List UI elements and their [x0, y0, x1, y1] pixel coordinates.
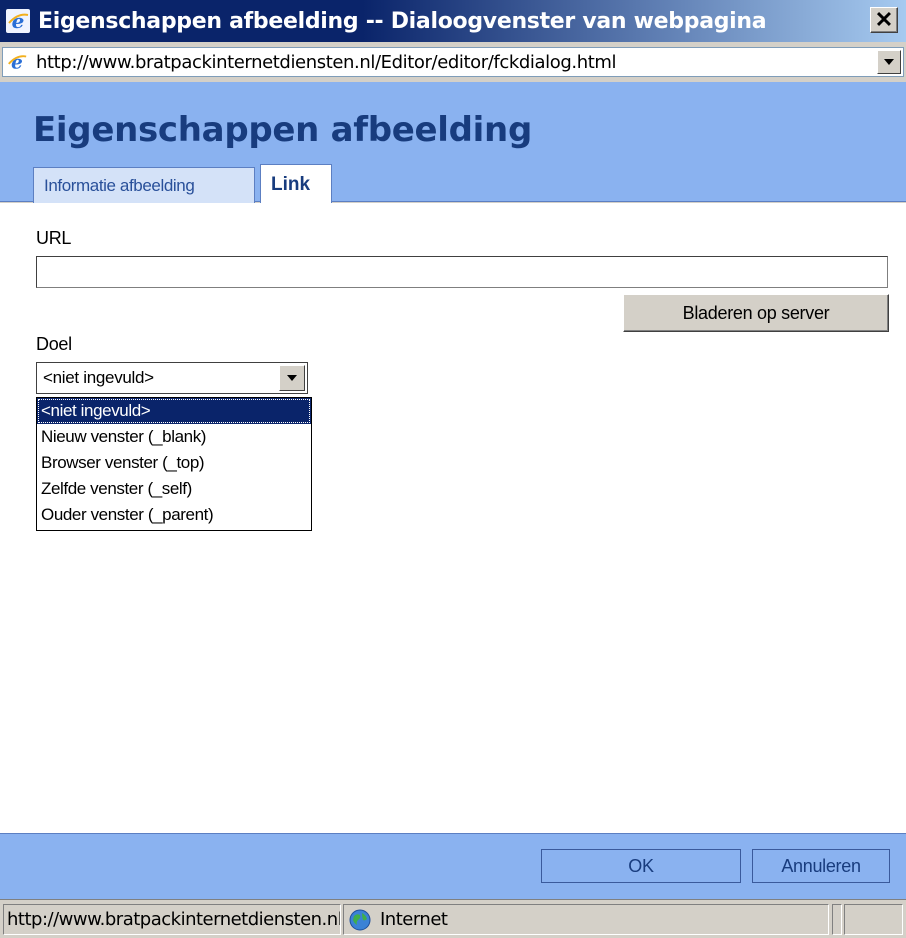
ok-button[interactable]: OK [541, 849, 741, 883]
globe-icon [349, 909, 371, 930]
dropdown-option[interactable]: <niet ingevuld> [37, 398, 311, 424]
window-title: Eigenschappen afbeelding -- Dialoogvenst… [38, 8, 767, 34]
window-titlebar[interactable]: e Eigenschappen afbeelding -- Dialoogven… [0, 0, 906, 42]
url-input[interactable] [36, 256, 888, 288]
svg-text:e: e [12, 9, 25, 33]
address-dropdown-button[interactable] [877, 50, 901, 74]
target-dropdown-list: <niet ingevuld> Nieuw venster (_blank) B… [36, 397, 312, 531]
status-bar: http://www.bratpackinternetdiensten.nl/ … [0, 899, 906, 938]
chevron-down-icon [884, 59, 894, 65]
chevron-down-icon [287, 375, 297, 381]
cancel-button[interactable]: Annuleren [752, 849, 890, 883]
target-select[interactable]: <niet ingevuld> [36, 362, 308, 394]
dropdown-option[interactable]: Zelfde venster (_self) [37, 476, 311, 502]
status-url: http://www.bratpackinternetdiensten.nl/ [3, 904, 341, 935]
address-field[interactable]: e http://www.bratpackinternetdiensten.nl… [2, 47, 904, 77]
status-segment [832, 904, 842, 935]
address-bar: e http://www.bratpackinternetdiensten.nl… [0, 42, 906, 82]
status-zone-label: Internet [380, 909, 448, 930]
page-ie-icon: e [8, 52, 27, 73]
status-segment [844, 904, 903, 935]
dialog-title: Eigenschappen afbeelding [33, 110, 532, 150]
address-text: http://www.bratpackinternetdiensten.nl/E… [36, 51, 617, 73]
status-zone: Internet [343, 904, 829, 935]
tab-informatie-afbeelding[interactable]: Informatie afbeelding [33, 167, 255, 203]
browse-server-button[interactable]: Bladeren op server [623, 294, 889, 332]
target-select-value: <niet ingevuld> [43, 368, 154, 387]
ie-logo-icon: e [6, 9, 30, 33]
dropdown-option[interactable]: Ouder venster (_parent) [37, 502, 311, 528]
dropdown-option[interactable]: Browser venster (_top) [37, 450, 311, 476]
url-label: URL [36, 228, 72, 248]
dropdown-option[interactable]: Nieuw venster (_blank) [37, 424, 311, 450]
target-dropdown-button[interactable] [279, 365, 305, 391]
close-button[interactable]: ✕ [870, 7, 898, 33]
target-label: Doel [36, 334, 72, 354]
close-icon: ✕ [874, 7, 894, 32]
tab-link[interactable]: Link [260, 164, 332, 204]
